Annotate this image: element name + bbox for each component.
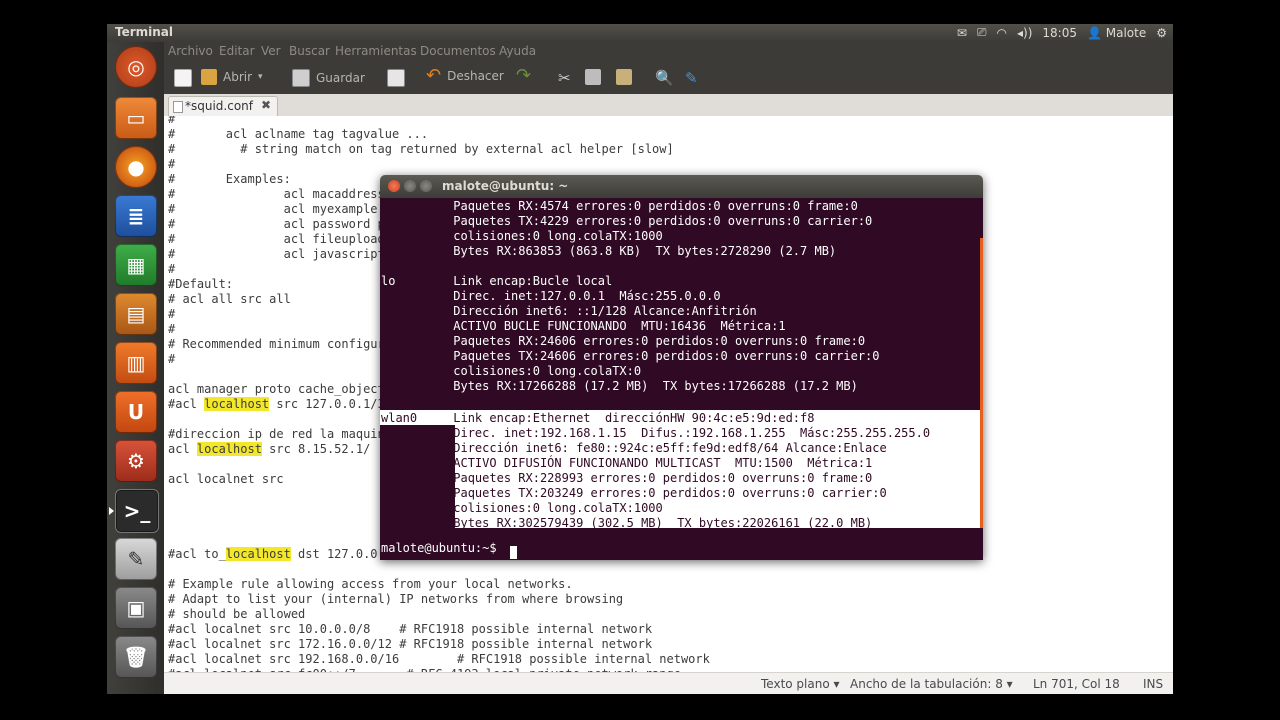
code-line: #acl localnet src 192.168.0.0/16 # RFC19… xyxy=(168,652,710,666)
volume-icon[interactable]: ◂)) xyxy=(1017,26,1032,40)
undo-button[interactable]: ↶ Deshacer xyxy=(426,65,504,86)
code-line: # xyxy=(168,157,176,171)
workspace-switcher-icon[interactable]: ▣ xyxy=(115,587,157,629)
firefox-icon[interactable]: ● xyxy=(115,146,157,188)
shell-prompt: malote@ubuntu:~$ xyxy=(381,541,504,555)
cursor-position: Ln 701, Col 18 xyxy=(1033,677,1120,691)
menu-ayuda[interactable]: Ayuda xyxy=(499,44,536,58)
tab-squid-conf[interactable]: *squid.conf ✖ xyxy=(168,96,278,116)
undo-label: Deshacer xyxy=(447,69,504,83)
dash-home-icon[interactable]: ◎ xyxy=(115,46,157,88)
menu-buscar[interactable]: Buscar xyxy=(289,44,330,58)
maximize-window-icon[interactable] xyxy=(420,180,432,192)
files-folder-icon[interactable]: ▭ xyxy=(115,97,157,139)
text-cursor xyxy=(510,546,517,559)
menu-documentos[interactable]: Documentos xyxy=(420,44,496,58)
code-line: # xyxy=(168,116,176,126)
ubuntu-one-icon[interactable]: U xyxy=(115,391,157,433)
terminal-title: malote@ubuntu: ~ xyxy=(442,179,569,193)
save-label: Guardar xyxy=(316,71,365,85)
code-line: # Example rule allowing access from your… xyxy=(168,577,573,591)
code-line: #acl localnet src 10.0.0.0/8 # RFC1918 p… xyxy=(168,622,653,636)
menu-editar[interactable]: Editar xyxy=(219,44,255,58)
undo-arrow-icon: ↶ xyxy=(426,65,442,86)
battery-icon[interactable]: ⎚ xyxy=(977,25,987,40)
text-editor-icon[interactable]: ✎ xyxy=(115,538,157,580)
redo-arrow-icon: ↷ xyxy=(516,65,532,86)
open-label: Abrir xyxy=(223,70,253,84)
insert-mode: INS xyxy=(1143,677,1164,691)
selected-output: wlan0 Link encap:Ethernet direcciónHW 90… xyxy=(381,411,931,530)
clock[interactable]: 18:05 xyxy=(1042,26,1077,40)
trash-icon[interactable]: 🗑 xyxy=(115,636,157,678)
scissors-icon: ✂ xyxy=(558,69,571,87)
find-replace-icon: ✎ xyxy=(685,69,698,87)
software-center-icon[interactable]: ▥ xyxy=(115,342,157,384)
mail-icon[interactable]: ✉ xyxy=(957,26,967,40)
user-menu[interactable]: 👤 Malote xyxy=(1087,26,1146,40)
replace-button[interactable]: ✎ xyxy=(685,69,698,87)
redo-button[interactable]: ↷ xyxy=(516,65,532,86)
close-tab-icon[interactable]: ✖ xyxy=(261,98,271,112)
search-highlight: localhost xyxy=(225,547,291,561)
menu-bar: Archivo Editar Ver Buscar Herramientas D… xyxy=(164,42,1173,60)
calc-icon[interactable]: ▦ xyxy=(115,244,157,286)
launcher: ◎ ▭ ● ≣ ▦ ▤ ▥ U ⚙ >_ ✎ ▣ 🗑 xyxy=(107,42,164,694)
cut-button[interactable]: ✂ xyxy=(558,69,571,87)
active-app-title: Terminal xyxy=(115,25,174,39)
tab-label: *squid.conf xyxy=(185,99,254,113)
terminal-output[interactable]: Paquetes RX:4574 errores:0 perdidos:0 ov… xyxy=(380,198,983,560)
document-icon xyxy=(173,101,183,113)
magnifier-icon: 🔍 xyxy=(655,69,674,87)
new-document-icon xyxy=(174,69,192,87)
tab-bar: *squid.conf ✖ xyxy=(164,94,1173,117)
open-button[interactable]: Abrir ▾ xyxy=(201,69,263,85)
ifconfig-output: Paquetes RX:4574 errores:0 perdidos:0 ov… xyxy=(381,199,880,393)
terminal-icon[interactable]: >_ xyxy=(109,489,159,533)
top-panel: Terminal ✉ ⎚ ◠ ◂)) 18:05 👤 Malote ⚙ xyxy=(107,24,1173,42)
syntax-mode-selector[interactable]: Texto plano ▾ xyxy=(761,677,840,691)
code-line: # # string match on tag returned by exte… xyxy=(168,142,674,156)
close-window-icon[interactable] xyxy=(388,180,400,192)
settings-gear-icon[interactable]: ⚙ xyxy=(1156,26,1167,40)
minimize-window-icon[interactable] xyxy=(404,180,416,192)
search-highlight: localhost xyxy=(204,397,270,411)
toolbar: Abrir ▾ Guardar ↶ Deshacer ↷ ✂ 🔍 ✎ xyxy=(164,60,1173,94)
impress-icon[interactable]: ▤ xyxy=(115,293,157,335)
terminal-window[interactable]: malote@ubuntu: ~ Paquetes RX:4574 errore… xyxy=(380,175,983,560)
paste-icon xyxy=(616,69,632,85)
tab-width-selector[interactable]: Ancho de la tabulación: 8 ▾ xyxy=(850,677,1013,691)
status-bar: Texto plano ▾ Ancho de la tabulación: 8 … xyxy=(164,672,1173,694)
terminal-scrollbar[interactable] xyxy=(980,238,983,528)
save-icon xyxy=(292,69,310,87)
paste-button[interactable] xyxy=(616,69,632,85)
menu-herramientas[interactable]: Herramientas xyxy=(335,44,417,58)
system-settings-icon[interactable]: ⚙ xyxy=(115,440,157,482)
copy-icon xyxy=(585,69,601,85)
save-button[interactable]: Guardar xyxy=(292,69,365,87)
code-line: # should be allowed xyxy=(168,607,306,621)
system-tray: ✉ ⎚ ◠ ◂)) 18:05 👤 Malote ⚙ xyxy=(957,25,1167,40)
chevron-down-icon[interactable]: ▾ xyxy=(258,72,263,82)
open-folder-icon xyxy=(201,69,217,85)
search-highlight: localhost xyxy=(196,442,262,456)
new-button[interactable] xyxy=(174,69,192,87)
print-button[interactable] xyxy=(387,69,405,87)
code-line: # acl aclname tag tagvalue ... xyxy=(168,127,429,141)
user-name: Malote xyxy=(1105,25,1147,40)
writer-icon[interactable]: ≣ xyxy=(115,195,157,237)
code-line: #acl localnet src 172.16.0.0/12 # RFC191… xyxy=(168,637,653,651)
find-button[interactable]: 🔍 xyxy=(655,69,674,87)
copy-button[interactable] xyxy=(585,69,601,85)
menu-ver[interactable]: Ver xyxy=(261,44,281,58)
print-icon xyxy=(387,69,405,87)
terminal-titlebar[interactable]: malote@ubuntu: ~ xyxy=(380,175,983,198)
wifi-icon[interactable]: ◠ xyxy=(997,26,1007,40)
menu-archivo[interactable]: Archivo xyxy=(168,44,213,58)
code-line: # Adapt to list your (internal) IP netwo… xyxy=(168,592,624,606)
